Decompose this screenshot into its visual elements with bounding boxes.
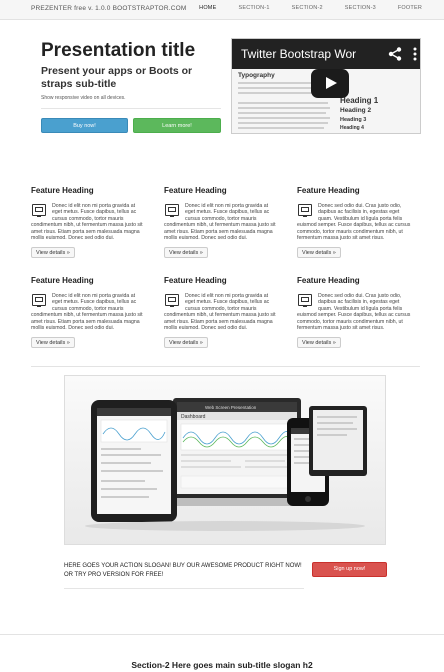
navbar: PREZENTER free v. 1.0.0 BOOTSTRAPTOR.COM… [0, 0, 444, 20]
monitor-icon [165, 204, 179, 217]
brand-link[interactable]: PREZENTER free v. 1.0.0 BOOTSTRAPTOR.COM [31, 5, 186, 12]
view-details-button[interactable]: View details » [297, 247, 341, 259]
sign-up-button[interactable]: Sign up now! [312, 562, 387, 577]
feature-text: Donec id elit non mi porta gravida at eg… [31, 293, 143, 332]
monitor-icon [298, 204, 312, 217]
more-icon[interactable] [413, 46, 417, 62]
buy-now-button[interactable]: Buy now! [41, 118, 128, 133]
app-title: Dashboard [181, 414, 206, 420]
feature-body: Donec sed odio dui. Cras justo odio, dap… [297, 293, 412, 331]
feature-card: Feature Heading Donec id elit non mi por… [164, 276, 279, 349]
learn-more-button[interactable]: Learn more! [133, 118, 221, 133]
feature-text: Donec id elit non mi porta gravida at eg… [31, 203, 143, 242]
view-details-button[interactable]: View details » [31, 337, 75, 349]
feature-heading: Feature Heading [31, 186, 94, 195]
feature-card: Feature Heading Donec id elit non mi por… [164, 186, 279, 259]
video-heading-1: Heading 1 [340, 96, 379, 105]
video-title[interactable]: Twitter Bootstrap Wor [241, 47, 356, 61]
share-icon[interactable] [388, 47, 402, 61]
feature-card: Feature Heading Donec id elit non mi por… [31, 276, 146, 349]
text-line [238, 107, 330, 109]
feature-body: Donec id elit non mi porta gravida at eg… [164, 293, 279, 331]
nav-menu: HOME SECTION-1 SECTION-2 SECTION-3 FOOTE… [177, 5, 422, 11]
hero-subtitle: Present your apps or Boots or straps sub… [41, 65, 193, 90]
text-line [238, 127, 324, 129]
feature-text: Donec sed odio dui. Cras justo odio, dap… [297, 293, 411, 332]
feature-heading: Feature Heading [297, 186, 360, 195]
feature-body: Donec sed odio dui. Cras justo odio, dap… [297, 203, 412, 241]
video-heading-2: Heading 2 [340, 107, 372, 114]
play-button[interactable] [311, 69, 349, 98]
video-heading-4: Heading 4 [340, 125, 364, 131]
feature-heading: Feature Heading [164, 186, 227, 195]
divider [0, 634, 444, 635]
monitor-icon [298, 294, 312, 307]
feature-heading: Feature Heading [164, 276, 227, 285]
video-heading-3: Heading 3 [340, 117, 367, 123]
divider [41, 108, 221, 109]
text-line [238, 122, 328, 124]
nav-footer[interactable]: FOOTER [398, 5, 422, 11]
devices-illustration: Web Screen Presentation Dashboard [85, 398, 367, 531]
video-title-bar: Twitter Bootstrap Wor [232, 39, 420, 69]
monitor-icon [32, 204, 46, 217]
feature-heading: Feature Heading [297, 276, 360, 285]
nav-section-3[interactable]: SECTION-3 [345, 5, 376, 11]
text-line [238, 117, 330, 119]
divider [64, 588, 304, 589]
nav-home[interactable]: HOME [199, 5, 216, 11]
feature-body: Donec id elit non mi porta gravida at eg… [31, 203, 146, 241]
feature-body: Donec id elit non mi porta gravida at eg… [31, 293, 146, 331]
feature-body: Donec id elit non mi porta gravida at eg… [164, 203, 279, 241]
monitor-icon [32, 294, 46, 307]
feature-card: Feature Heading Donec id elit non mi por… [31, 186, 146, 259]
devices-showcase-image: Web Screen Presentation Dashboard [64, 375, 386, 545]
feature-card: Feature Heading Donec sed odio dui. Cras… [297, 276, 412, 349]
view-details-button[interactable]: View details » [31, 247, 75, 259]
feature-card: Feature Heading Donec sed odio dui. Cras… [297, 186, 412, 259]
text-line [238, 102, 328, 104]
video-typography-heading: Typography [238, 72, 275, 79]
feature-text: Donec sed odio dui. Cras justo odio, dap… [297, 203, 411, 242]
nav-section-2[interactable]: SECTION-2 [292, 5, 323, 11]
window-title: Web Screen Presentation [205, 405, 257, 410]
hero-note: Show responsive video on all devices. [41, 95, 126, 101]
hero-title: Presentation title [41, 40, 196, 61]
text-line [238, 112, 326, 114]
video-player[interactable]: Typography Heading 1 Heading 2 Heading 3… [231, 38, 421, 134]
play-icon [326, 77, 337, 89]
view-details-button[interactable]: View details » [297, 337, 341, 349]
nav-section-1[interactable]: SECTION-1 [238, 5, 269, 11]
section-2-title: Section-2 Here goes main sub-title sloga… [131, 660, 313, 670]
feature-heading: Feature Heading [31, 276, 94, 285]
feature-text: Donec id elit non mi porta gravida at eg… [164, 203, 276, 242]
monitor-icon [165, 294, 179, 307]
view-details-button[interactable]: View details » [164, 337, 208, 349]
feature-text: Donec id elit non mi porta gravida at eg… [164, 293, 276, 332]
view-details-button[interactable]: View details » [164, 247, 208, 259]
action-slogan: HERE GOES YOUR ACTION SLOGAN! BUY OUR AW… [64, 563, 302, 578]
divider [31, 366, 420, 367]
